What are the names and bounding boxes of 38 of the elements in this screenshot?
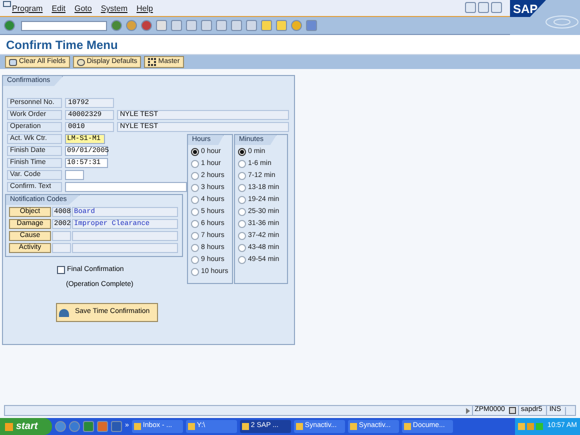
checkbox[interactable] [57, 266, 65, 274]
radio-button[interactable] [191, 208, 199, 216]
radio-button[interactable] [238, 148, 246, 156]
radio-button[interactable] [191, 220, 199, 228]
screen-title: Confirm Time Menu [6, 36, 118, 54]
radio-button[interactable] [238, 172, 246, 180]
radio-button[interactable] [191, 232, 199, 240]
radio-button[interactable] [191, 160, 199, 168]
radio-button[interactable] [191, 148, 199, 156]
radio-button[interactable] [191, 268, 199, 276]
radio-button[interactable] [191, 256, 199, 264]
radio-button[interactable] [191, 196, 199, 204]
sap-logo: SAP [510, 0, 580, 35]
radio-button[interactable] [238, 184, 246, 192]
radio-button[interactable] [238, 208, 246, 216]
status-arrow-icon[interactable] [466, 408, 470, 414]
code-field[interactable] [52, 243, 71, 253]
input-field[interactable] [65, 182, 187, 192]
radio-button[interactable] [191, 244, 199, 252]
command-field[interactable] [21, 20, 107, 30]
radio-button[interactable] [238, 196, 246, 204]
radio-button[interactable] [238, 160, 246, 168]
radio-button[interactable] [191, 172, 199, 180]
menu-item[interactable]: Program [12, 3, 43, 15]
code-field[interactable] [52, 231, 71, 241]
grid-icon [148, 58, 156, 66]
menu-item[interactable]: System [100, 3, 128, 15]
radio-button[interactable] [238, 232, 246, 240]
app-menu-icon[interactable] [3, 1, 11, 7]
radio-button[interactable] [238, 256, 246, 264]
radio-button[interactable] [191, 184, 199, 192]
radio-button[interactable] [238, 244, 246, 252]
input-field[interactable] [65, 170, 84, 180]
menu-item[interactable]: Help [136, 3, 153, 15]
radio-button[interactable] [238, 220, 246, 228]
menu-item[interactable]: Edit [52, 3, 66, 15]
start-button[interactable]: start [0, 418, 52, 435]
menu-item[interactable]: Goto [74, 3, 92, 15]
